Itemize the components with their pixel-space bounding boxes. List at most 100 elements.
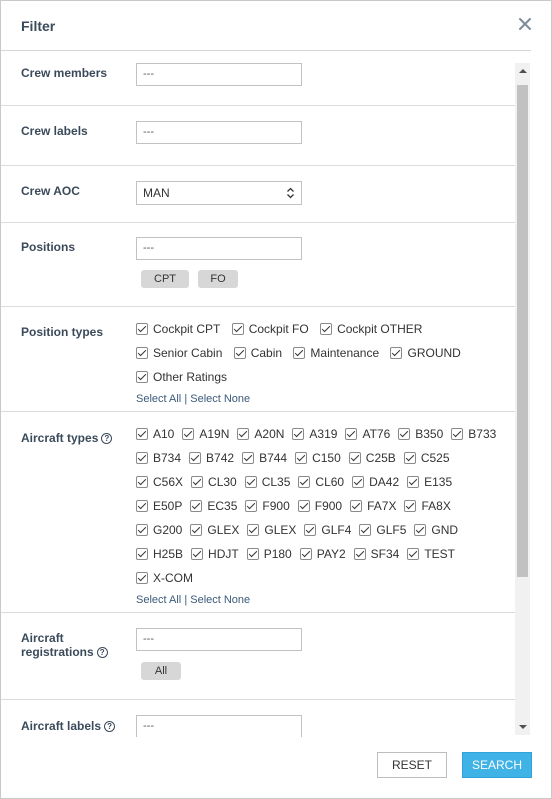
- checkbox-aircraft-type[interactable]: C525: [403, 446, 450, 470]
- checkbox-checked-icon: [190, 500, 203, 512]
- checkbox-cockpit-cpt[interactable]: Cockpit CPT: [136, 317, 220, 341]
- aircraft-types-row: Aircraft types? A10 A19N A20N A319 AT76 B350 B…: [1, 412, 515, 613]
- scrollbar-thumb[interactable]: [517, 85, 528, 577]
- checkbox-checked-icon: [451, 428, 464, 440]
- close-icon[interactable]: [517, 16, 533, 32]
- checkbox-aircraft-type[interactable]: EC35: [190, 494, 237, 518]
- checkbox-aircraft-type[interactable]: B734: [136, 446, 181, 470]
- position-chip-cpt[interactable]: CPT: [141, 270, 189, 288]
- checkbox-aircraft-type[interactable]: FA7X: [350, 494, 396, 518]
- position-chip-fo[interactable]: FO: [198, 270, 238, 288]
- checkbox-aircraft-type[interactable]: A20N: [237, 422, 284, 446]
- checkbox-aircraft-type[interactable]: GLF4: [304, 518, 351, 542]
- checkbox-aircraft-type[interactable]: E135: [407, 470, 452, 494]
- checkbox-aircraft-type[interactable]: CL35: [244, 470, 290, 494]
- scroll-down-arrow-icon[interactable]: [515, 719, 530, 735]
- checkbox-checked-icon: [136, 548, 148, 560]
- position-types-checkboxes: Cockpit CPT Cockpit FO Cockpit OTHER Sen…: [136, 317, 506, 389]
- checkbox-checked-icon: [297, 500, 310, 512]
- checkbox-aircraft-type[interactable]: GLF5: [359, 518, 406, 542]
- checkbox-aircraft-type[interactable]: B744: [242, 446, 287, 470]
- checkbox-checked-icon: [136, 428, 148, 440]
- checkbox-aircraft-type[interactable]: B733: [451, 422, 496, 446]
- checkbox-aircraft-type[interactable]: GLEX: [247, 518, 296, 542]
- checkbox-aircraft-type[interactable]: F900: [297, 494, 342, 518]
- aircraft-registrations-label: Aircraft registrations?: [21, 631, 108, 659]
- crew-members-input[interactable]: ---: [136, 63, 302, 86]
- help-icon[interactable]: ?: [104, 721, 116, 733]
- checkbox-aircraft-type[interactable]: H25B: [136, 542, 183, 566]
- checkbox-checked-icon: [348, 452, 361, 464]
- checkbox-aircraft-type[interactable]: C25B: [348, 446, 396, 470]
- checkbox-label: F900: [262, 499, 290, 513]
- checkbox-aircraft-type[interactable]: A10: [136, 422, 174, 446]
- checkbox-cockpit-fo[interactable]: Cockpit FO: [231, 317, 309, 341]
- crew-aoc-select[interactable]: MAN: [136, 181, 302, 205]
- filter-scroll-area[interactable]: Crew members --- Crew labels --- Crew AO…: [1, 51, 515, 737]
- checkbox-aircraft-type[interactable]: PAY2: [299, 542, 346, 566]
- checkbox-label: Cockpit CPT: [153, 322, 221, 336]
- checkbox-aircraft-type[interactable]: B742: [189, 446, 234, 470]
- crew-labels-input[interactable]: ---: [136, 121, 302, 144]
- checkbox-cockpit-other[interactable]: Cockpit OTHER: [320, 317, 422, 341]
- checkbox-aircraft-type[interactable]: CL30: [191, 470, 237, 494]
- checkbox-label: GND: [431, 523, 459, 537]
- checkbox-aircraft-type[interactable]: CL60: [298, 470, 344, 494]
- scrollbar[interactable]: [515, 63, 530, 735]
- search-button[interactable]: SEARCH: [462, 752, 532, 778]
- positions-row: Positions --- CPT FO: [1, 223, 515, 307]
- checkbox-label: B350: [415, 427, 444, 441]
- positions-input[interactable]: ---: [136, 237, 302, 260]
- aircraft-labels-input[interactable]: ---: [136, 715, 302, 737]
- crew-members-row: Crew members ---: [1, 51, 515, 106]
- checkbox-aircraft-type[interactable]: TEST: [407, 542, 455, 566]
- position-types-row: Position types Cockpit CPT Cockpit FO Co…: [1, 307, 515, 412]
- checkbox-aircraft-type[interactable]: C150: [295, 446, 341, 470]
- aircraft-registrations-row: Aircraft registrations? --- All: [1, 613, 515, 700]
- checkbox-senior-cabin[interactable]: Senior Cabin: [136, 341, 222, 365]
- checkbox-label: A20N: [254, 427, 285, 441]
- checkbox-aircraft-type[interactable]: X-COM: [136, 566, 193, 590]
- checkbox-checked-icon: [136, 476, 148, 488]
- checkbox-checked-icon: [246, 548, 259, 560]
- checkbox-label: C25B: [365, 451, 396, 465]
- reset-button[interactable]: RESET: [377, 752, 447, 778]
- checkbox-ground[interactable]: GROUND: [390, 341, 461, 365]
- aircraft-labels-text: Aircraft labels: [21, 719, 102, 733]
- checkbox-aircraft-type[interactable]: A319: [292, 422, 337, 446]
- select-none-link[interactable]: Select None: [190, 393, 250, 405]
- checkbox-aircraft-type[interactable]: C56X: [136, 470, 183, 494]
- checkbox-other-ratings[interactable]: Other Ratings: [136, 365, 227, 389]
- checkbox-label: X-COM: [153, 571, 193, 585]
- checkbox-aircraft-type[interactable]: GND: [414, 518, 458, 542]
- checkbox-cabin[interactable]: Cabin: [233, 341, 282, 365]
- crew-labels-label: Crew labels: [21, 124, 88, 138]
- checkbox-aircraft-type[interactable]: F900: [245, 494, 290, 518]
- checkbox-aircraft-type[interactable]: B350: [398, 422, 443, 446]
- checkbox-label: G200: [153, 523, 183, 537]
- registration-chip-all[interactable]: All: [141, 662, 181, 680]
- checkbox-aircraft-type[interactable]: FA8X: [404, 494, 451, 518]
- aircraft-registrations-input[interactable]: ---: [136, 628, 302, 651]
- checkbox-aircraft-type[interactable]: E50P: [136, 494, 182, 518]
- checkbox-label: GLF5: [376, 523, 407, 537]
- crew-labels-row: Crew labels ---: [1, 106, 515, 166]
- checkbox-aircraft-type[interactable]: HDJT: [191, 542, 239, 566]
- checkbox-aircraft-type[interactable]: SF34: [353, 542, 399, 566]
- checkbox-checked-icon: [191, 548, 204, 560]
- checkbox-aircraft-type[interactable]: A19N: [182, 422, 229, 446]
- scroll-up-arrow-icon[interactable]: [515, 63, 530, 79]
- help-icon[interactable]: ?: [101, 433, 113, 445]
- select-all-link[interactable]: Select All: [136, 393, 181, 405]
- checkbox-maintenance[interactable]: Maintenance: [293, 341, 379, 365]
- select-none-link[interactable]: Select None: [190, 594, 250, 606]
- checkbox-aircraft-type[interactable]: DA42: [352, 470, 399, 494]
- help-icon[interactable]: ?: [96, 647, 108, 659]
- checkbox-label: Senior Cabin: [153, 346, 223, 360]
- checkbox-aircraft-type[interactable]: P180: [246, 542, 292, 566]
- checkbox-aircraft-type[interactable]: G200: [136, 518, 182, 542]
- checkbox-aircraft-type[interactable]: AT76: [345, 422, 390, 446]
- checkbox-aircraft-type[interactable]: GLEX: [190, 518, 239, 542]
- select-all-link[interactable]: Select All: [136, 594, 181, 606]
- checkbox-checked-icon: [299, 548, 312, 560]
